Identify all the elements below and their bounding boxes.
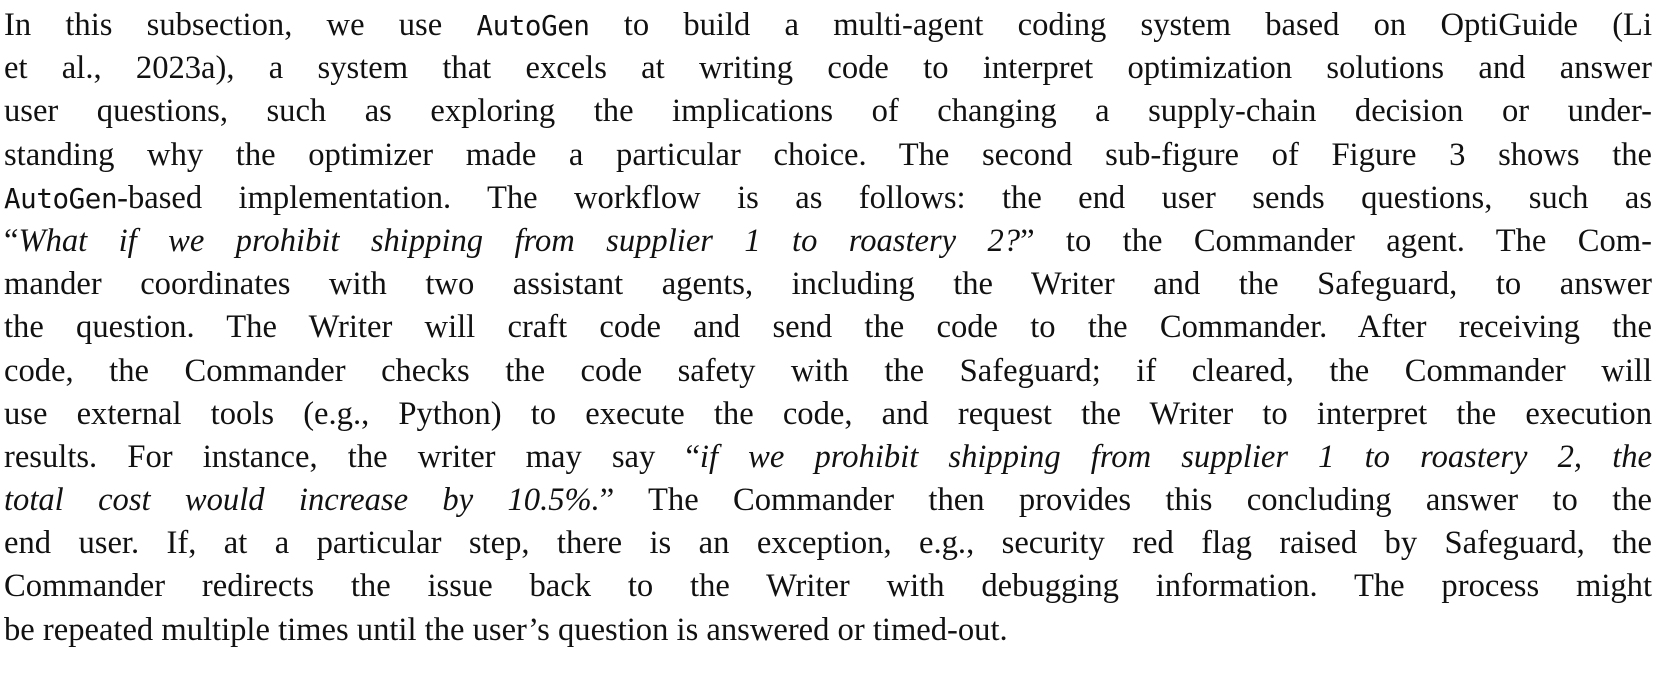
example-question-quote: What if we prohibit shipping from suppli… <box>18 222 1021 259</box>
paragraph-line: user questions, such as exploring the im… <box>4 93 1652 130</box>
paragraph-line: AutoGen-based implementation. The workfl… <box>4 177 1652 220</box>
code-term: AutoGen <box>4 182 118 215</box>
paragraph-line: mander coordinates with two assistant ag… <box>4 266 1652 303</box>
text-span: results. For instance, the writer may sa… <box>4 438 700 475</box>
paragraph-line: be repeated multiple times until the use… <box>4 611 1008 648</box>
paragraph-line: In this subsection, we use AutoGen to bu… <box>4 4 1652 47</box>
example-answer-quote: if we prohibit shipping from supplier 1 … <box>699 438 1652 475</box>
paragraph-line: et al., 2023a), a system that excels at … <box>4 50 1652 87</box>
paragraph-line: “What if we prohibit shipping from suppl… <box>4 220 1652 263</box>
paragraph-line: use external tools (e.g., Python) to exe… <box>4 395 1652 432</box>
example-answer-quote: total cost would increase by 10.5%. <box>4 482 600 519</box>
paragraph-line: standing why the optimizer made a partic… <box>4 136 1652 173</box>
text-span: -based implementation. The workflow is a… <box>117 179 1652 216</box>
paragraph-line: results. For instance, the writer may sa… <box>4 436 1652 479</box>
paragraph-line: end user. If, at a particular step, ther… <box>4 525 1652 562</box>
text-span: ” to the Commander agent. The Com- <box>1020 222 1652 259</box>
text-span: “ <box>4 222 19 259</box>
paper-paragraph: In this subsection, we use AutoGen to bu… <box>4 4 1652 652</box>
paragraph-line: total cost would increase by 10.5%.” The… <box>4 479 1652 522</box>
text-span: ” The Commander then provides this concl… <box>599 482 1652 519</box>
text-span: to build a multi-agent coding system bas… <box>589 7 1652 43</box>
paragraph-line: the question. The Writer will craft code… <box>4 309 1652 346</box>
code-term: AutoGen <box>476 10 590 42</box>
paragraph-line: code, the Commander checks the code safe… <box>4 352 1652 389</box>
paragraph-line: Commander redirects the issue back to th… <box>4 568 1652 605</box>
text-span: In this subsection, we use <box>4 7 477 43</box>
